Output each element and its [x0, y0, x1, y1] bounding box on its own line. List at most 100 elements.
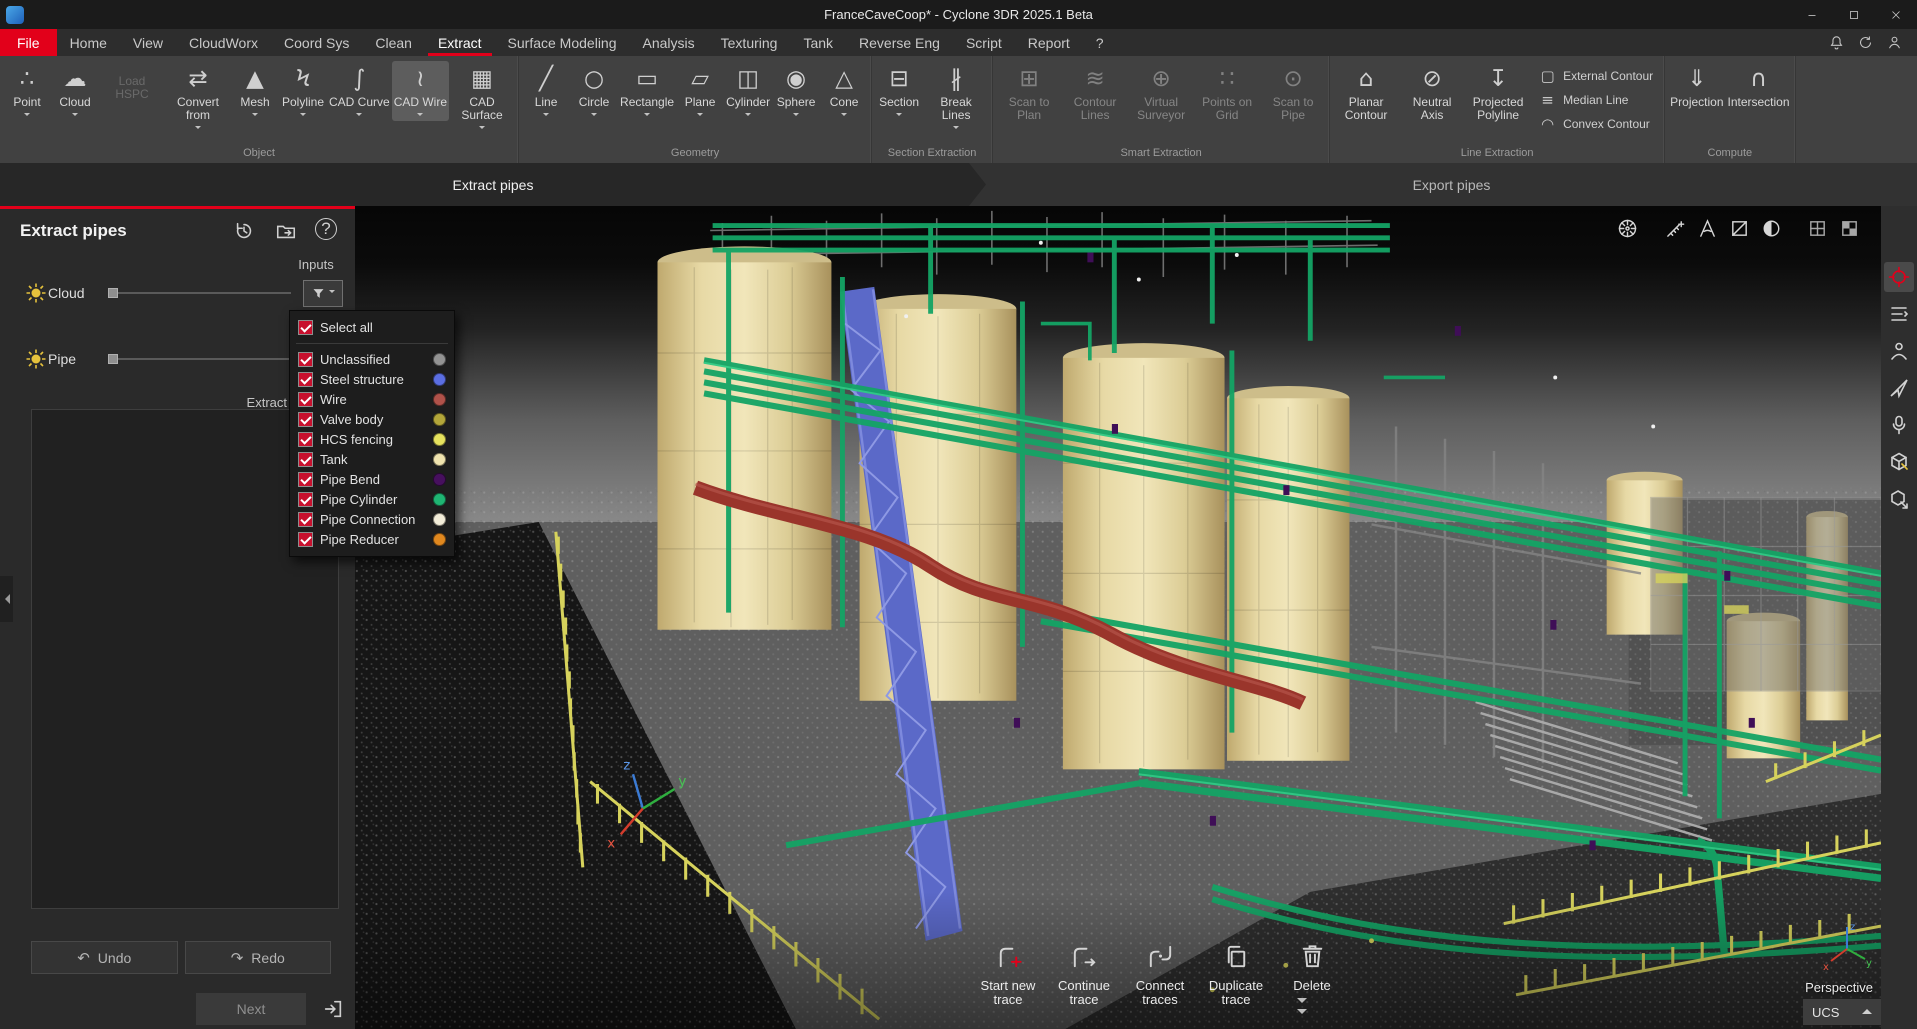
ribbon-item-circle[interactable]: ○Circle	[570, 61, 618, 121]
duplicate-trace-button[interactable]: Duplicate trace	[1198, 941, 1274, 1008]
menu-item-file[interactable]: File	[0, 29, 57, 56]
measure-distance-icon[interactable]	[1659, 214, 1691, 242]
filter-item-unclassified[interactable]: Unclassified	[290, 349, 454, 369]
filter-item-pipe-reducer[interactable]: Pipe Reducer	[290, 529, 454, 549]
slider-track[interactable]	[108, 292, 291, 294]
delete-button[interactable]: Delete	[1274, 941, 1350, 1008]
clip-box-icon[interactable]	[1723, 214, 1755, 242]
filter-item-wire[interactable]: Wire	[290, 389, 454, 409]
minimize-button[interactable]	[1791, 0, 1833, 29]
checkbox-checked-icon[interactable]	[298, 392, 313, 407]
fly-mode-icon[interactable]	[1884, 373, 1914, 403]
next-button[interactable]: Next	[196, 993, 306, 1025]
orientation-gizmo[interactable]: z y x	[1819, 915, 1877, 973]
filter-item-hcs-fencing[interactable]: HCS fencing	[290, 429, 454, 449]
checkbox-checked-icon[interactable]	[298, 432, 313, 447]
checkbox-checked-icon[interactable]	[298, 452, 313, 467]
ribbon-item-sphere[interactable]: ◉Sphere	[772, 61, 820, 121]
ribbon-item-scan-to-plan[interactable]: ⊞Scan to Plan	[996, 61, 1062, 124]
cube-edit-icon[interactable]	[1884, 447, 1914, 477]
menu-item-help[interactable]: ?	[1083, 29, 1117, 56]
ribbon-item-polyline[interactable]: ϞPolyline	[279, 61, 327, 121]
slider-handle[interactable]	[108, 354, 118, 364]
tab-export-pipes[interactable]: Export pipes	[986, 163, 1917, 206]
ribbon-item-external-contour[interactable]: ▢External Contour	[1539, 67, 1653, 85]
filter-item-select-all[interactable]: Select all	[290, 316, 454, 339]
trace-toolbar-expand[interactable]	[1297, 998, 1307, 1019]
sync-icon[interactable]	[1857, 34, 1874, 51]
ribbon-item-convex-contour[interactable]: ◠Convex Contour	[1539, 115, 1653, 133]
checkbox-checked-icon[interactable]	[298, 372, 313, 387]
ribbon-item-line[interactable]: ╱Line	[522, 61, 570, 121]
notifications-bell-icon[interactable]	[1828, 34, 1845, 51]
user-account-icon[interactable]	[1886, 34, 1903, 51]
start-new-trace-button[interactable]: Start new trace	[970, 941, 1046, 1008]
menu-item-script[interactable]: Script	[953, 29, 1015, 56]
viewport-3d[interactable]: z y x	[355, 206, 1881, 1029]
ribbon-item-load-hspc[interactable]: Load HSPC	[99, 61, 165, 103]
ucs-selector[interactable]: UCS	[1803, 999, 1881, 1025]
redo-button[interactable]: ↷ Redo	[185, 941, 332, 974]
help-icon[interactable]: ?	[315, 218, 337, 240]
ribbon-item-plane[interactable]: ▱Plane	[676, 61, 724, 121]
menu-item-view[interactable]: View	[120, 29, 176, 56]
menu-item-extract[interactable]: Extract	[425, 29, 495, 56]
ribbon-item-scan-to-pipe[interactable]: ⊙Scan to Pipe	[1260, 61, 1326, 124]
render-mode-icon[interactable]	[1801, 214, 1833, 242]
cloud-class-filter-button[interactable]	[303, 280, 343, 307]
checkbox-checked-icon[interactable]	[298, 320, 313, 335]
ribbon-item-intersection[interactable]: ∩Intersection	[1726, 61, 1792, 111]
ribbon-item-section[interactable]: ⊟Section	[875, 61, 923, 121]
ribbon-item-planar-contour[interactable]: ⌂Planar Contour	[1333, 61, 1399, 124]
continue-trace-button[interactable]: Continue trace	[1046, 941, 1122, 1008]
checkbox-checked-icon[interactable]	[298, 412, 313, 427]
checkbox-checked-icon[interactable]	[298, 512, 313, 527]
tab-extract-pipes[interactable]: Extract pipes	[0, 163, 986, 206]
menu-item-texturing[interactable]: Texturing	[708, 29, 791, 56]
ribbon-item-cone[interactable]: △Cone	[820, 61, 868, 121]
ribbon-item-median-line[interactable]: ≡Median Line	[1539, 91, 1653, 109]
filter-item-pipe-cylinder[interactable]: Pipe Cylinder	[290, 489, 454, 509]
menu-item-home[interactable]: Home	[57, 29, 120, 56]
menu-item-analysis[interactable]: Analysis	[630, 29, 708, 56]
menu-item-cloudworx[interactable]: CloudWorx	[176, 29, 271, 56]
panel-collapse-handle[interactable]	[0, 576, 13, 622]
connect-traces-button[interactable]: Connect traces	[1122, 941, 1198, 1008]
filter-item-pipe-bend[interactable]: Pipe Bend	[290, 469, 454, 489]
shading-sphere-icon[interactable]	[1755, 214, 1787, 242]
undo-button[interactable]: ↶ Undo	[31, 941, 178, 974]
ribbon-item-virtual-surveyor[interactable]: ⊕Virtual Surveyor	[1128, 61, 1194, 124]
checkbox-checked-icon[interactable]	[298, 472, 313, 487]
ribbon-item-convert-from[interactable]: ⇄Convert from	[165, 61, 231, 134]
navigate-target-icon[interactable]	[1884, 262, 1914, 292]
ribbon-item-cylinder[interactable]: ◫Cylinder	[724, 61, 772, 121]
ribbon-item-neutral-axis[interactable]: ⊘Neutral Axis	[1399, 61, 1465, 124]
menu-item-surface-modeling[interactable]: Surface Modeling	[495, 29, 630, 56]
cube-section-icon[interactable]	[1884, 484, 1914, 514]
slider-handle[interactable]	[108, 288, 118, 298]
filter-item-tank[interactable]: Tank	[290, 449, 454, 469]
export-folder-icon[interactable]	[273, 218, 299, 244]
checkbox-checked-icon[interactable]	[298, 532, 313, 547]
history-reset-icon[interactable]	[231, 218, 257, 244]
point-cloud-scene[interactable]: z y x	[355, 206, 1881, 1029]
ribbon-item-cad-curve[interactable]: ∫CAD Curve	[327, 61, 392, 121]
filter-item-steel-structure[interactable]: Steel structure	[290, 369, 454, 389]
ribbon-item-rectangle[interactable]: ▭Rectangle	[618, 61, 676, 121]
ribbon-item-contour-lines[interactable]: ≋Contour Lines	[1062, 61, 1128, 124]
menu-item-clean[interactable]: Clean	[362, 29, 425, 56]
ribbon-item-projection[interactable]: ⇓Projection	[1668, 61, 1725, 111]
menu-item-report[interactable]: Report	[1015, 29, 1083, 56]
ribbon-item-point[interactable]: ∴Point	[3, 61, 51, 121]
measure-angle-icon[interactable]	[1691, 214, 1723, 242]
menu-item-coord-sys[interactable]: Coord Sys	[271, 29, 362, 56]
checkbox-checked-icon[interactable]	[298, 492, 313, 507]
maximize-button[interactable]	[1833, 0, 1875, 29]
filter-item-valve-body[interactable]: Valve body	[290, 409, 454, 429]
walkthrough-person-icon[interactable]	[1884, 336, 1914, 366]
ribbon-item-projected-polyline[interactable]: ↧Projected Polyline	[1465, 61, 1531, 124]
projection-mode-label[interactable]: Perspective	[1805, 980, 1873, 995]
texture-mode-icon[interactable]	[1833, 214, 1865, 242]
ribbon-item-cad-wire[interactable]: ≀CAD Wire	[392, 61, 449, 121]
sensor-capture-icon[interactable]	[1884, 410, 1914, 440]
